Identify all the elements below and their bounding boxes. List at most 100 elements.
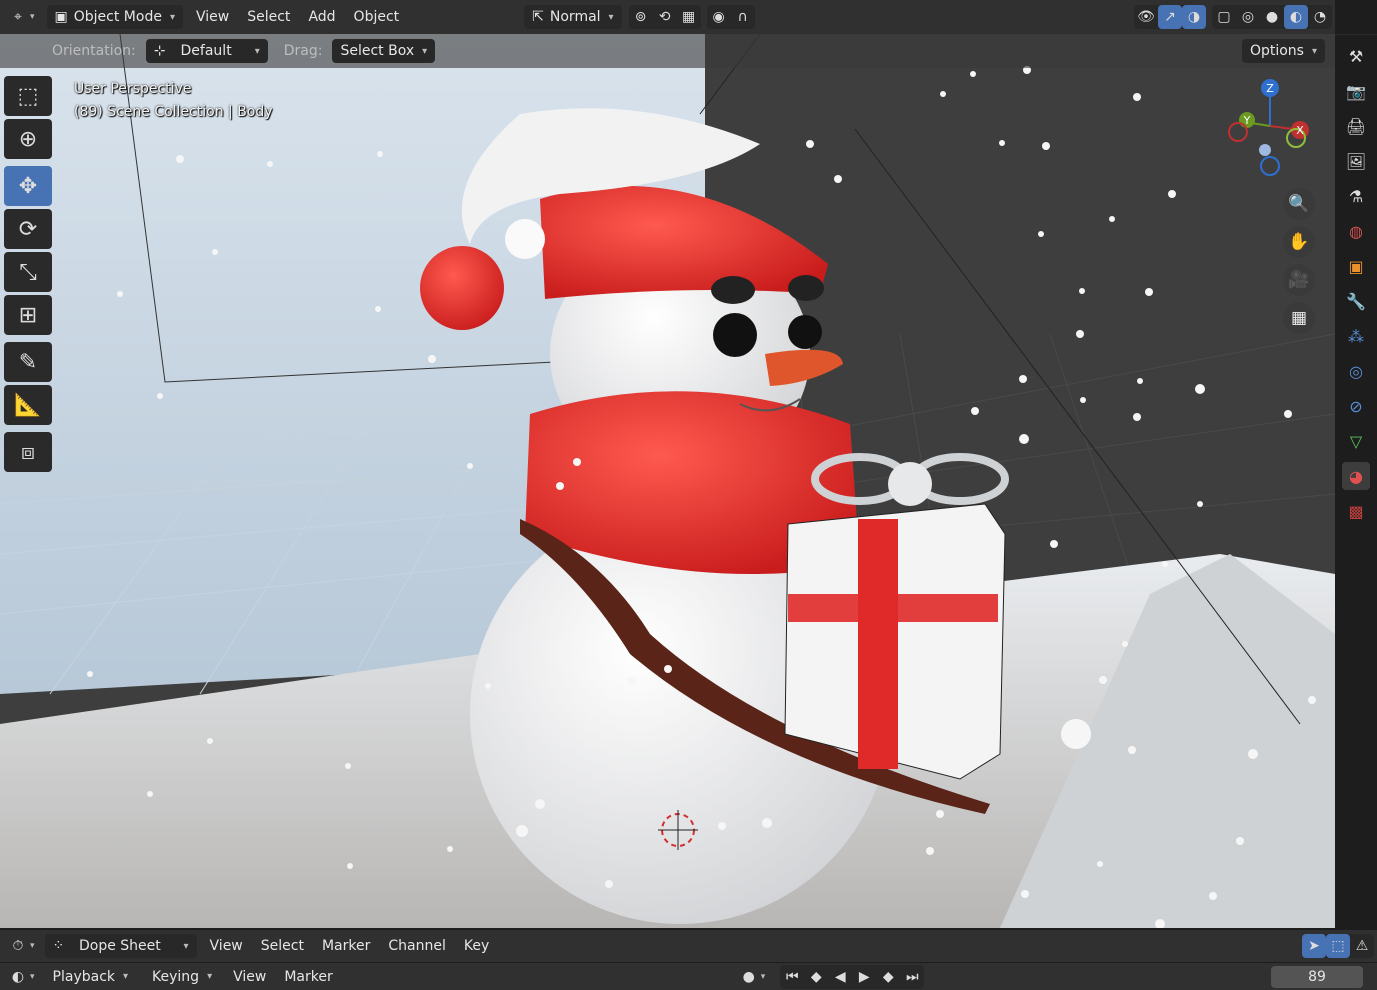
select-box-tool-icon[interactable]: ⬚ <box>4 76 52 116</box>
add-cube-tool-icon[interactable]: ⧈ <box>4 432 52 472</box>
dope-menu-key[interactable]: Key <box>455 938 498 954</box>
playback-label: Playback <box>52 968 115 985</box>
transform-tool-icon[interactable]: ⊞ <box>4 295 52 335</box>
chevron-down-icon: ▾ <box>183 940 189 952</box>
particles-properties-icon[interactable]: ⁂ <box>1342 322 1370 350</box>
transform-orientation-dropdown[interactable]: ⇱ Normal ▾ <box>524 5 622 29</box>
zoom-icon[interactable]: 🔍 <box>1283 188 1315 220</box>
texture-properties-icon[interactable]: ▩ <box>1342 497 1370 525</box>
errors-only-icon[interactable]: ⚠ <box>1350 934 1374 958</box>
pivot-icon[interactable]: ⊚ <box>629 5 653 29</box>
dope-sheet-icon: ⁘ <box>52 938 65 954</box>
pan-hand-icon[interactable]: ✋ <box>1283 226 1315 258</box>
viewport-header: ⌖ ▾ ▣ Object Mode ▾ View Select Add Obje… <box>0 0 1335 34</box>
dope-menu-select[interactable]: Select <box>252 938 313 954</box>
visibility-icon[interactable]: 👁 <box>1134 5 1158 29</box>
tool-settings-bar: Orientation: ⊹ Default ▾ Drag: Select Bo… <box>0 34 1335 68</box>
gizmo-icon[interactable]: ↗ <box>1158 5 1182 29</box>
proportional-edit-icon[interactable]: ◉ <box>707 5 731 29</box>
rendered-shading-icon[interactable]: ◔ <box>1308 5 1332 29</box>
rotate-tool-icon[interactable]: ⟳ <box>4 209 52 249</box>
orientation-icon: ⇱ <box>532 9 544 25</box>
dope-sheet-label: Dope Sheet <box>78 938 161 954</box>
perspective-label: User Perspective <box>74 81 192 97</box>
mode-dropdown[interactable]: ▣ Object Mode ▾ <box>46 5 183 29</box>
play-icon[interactable]: ▶ <box>852 965 876 989</box>
viewport-navigation: 🔍 ✋ 🎥 ▦ <box>1277 182 1321 340</box>
only-selected-icon[interactable]: ➤ <box>1302 934 1326 958</box>
physics-properties-icon[interactable]: ◎ <box>1342 357 1370 385</box>
world-properties-icon[interactable]: ◍ <box>1342 217 1370 245</box>
xray-icon[interactable]: ▢ <box>1212 5 1236 29</box>
editor-type-icon[interactable]: ⏱ <box>6 934 30 958</box>
view-layer-properties-icon[interactable]: 🖼 <box>1342 147 1370 175</box>
menu-add[interactable]: Add <box>299 9 344 25</box>
output-properties-icon[interactable]: 🖨 <box>1342 112 1370 140</box>
camera-view-icon[interactable]: 🎥 <box>1283 264 1315 296</box>
play-reverse-icon[interactable]: ◀ <box>828 965 852 989</box>
snap-target-icon[interactable]: ▦ <box>677 5 701 29</box>
current-frame-value: 89 <box>1308 969 1326 985</box>
object-properties-icon[interactable]: ▣ <box>1342 252 1370 280</box>
jump-end-icon[interactable]: ⏭ <box>900 965 924 989</box>
modifier-properties-icon[interactable]: 🔧 <box>1342 287 1370 315</box>
scale-tool-icon[interactable]: ⤡ <box>4 252 52 292</box>
options-dropdown[interactable]: Options ▾ <box>1241 39 1325 63</box>
annotate-tool-icon[interactable]: ✎ <box>4 342 52 382</box>
render-properties-icon[interactable]: 📷 <box>1342 77 1370 105</box>
playback-controls: ⏮ ◆ ◀ ▶ ◆ ⏭ <box>780 964 925 989</box>
solid-shading-icon[interactable]: ● <box>1260 5 1284 29</box>
viewport-info: User Perspective (89) Scene Collection |… <box>74 78 273 124</box>
left-toolbar: ⬚ ⊕ ✥ ⟳ ⤡ ⊞ ✎ 📐 ⧈ <box>4 76 54 475</box>
chevron-down-icon: ▾ <box>30 971 35 982</box>
prev-keyframe-icon[interactable]: ◆ <box>804 965 828 989</box>
wireframe-shading-icon[interactable]: ◎ <box>1236 5 1260 29</box>
record-keyframe-icon[interactable]: ● <box>737 965 761 989</box>
timeline-menu-view[interactable]: View <box>224 969 275 985</box>
menu-view[interactable]: View <box>187 9 238 25</box>
object-mode-icon: ▣ <box>54 9 68 25</box>
3d-viewport[interactable]: Z Y X 🔍 ✋ 🎥 ▦ <box>0 34 1335 928</box>
next-keyframe-icon[interactable]: ◆ <box>876 965 900 989</box>
menu-object[interactable]: Object <box>345 9 409 25</box>
dope-menu-view[interactable]: View <box>201 938 252 954</box>
measure-tool-icon[interactable]: 📐 <box>4 385 52 425</box>
editor-type-icon[interactable]: ⌖ <box>6 5 30 29</box>
material-properties-icon[interactable]: ◕ <box>1342 462 1370 490</box>
timeline-menu-marker[interactable]: Marker <box>275 969 341 985</box>
timeline-editor-icon[interactable]: ◐ <box>6 965 30 989</box>
orientation-label: Orientation: <box>52 43 136 59</box>
dope-sheet-mode-dropdown[interactable]: ⁘ Dope Sheet ▾ <box>44 934 197 958</box>
chevron-down-icon: ▾ <box>169 11 175 23</box>
gizmo-z-label: Z <box>1266 82 1274 95</box>
dope-menu-channel[interactable]: Channel <box>379 938 454 954</box>
tool-properties-icon[interactable]: ⚒ <box>1342 42 1370 70</box>
show-hidden-icon[interactable]: ⬚ <box>1326 934 1350 958</box>
current-frame-field[interactable]: 89 <box>1271 966 1363 988</box>
scene-properties-icon[interactable]: ⚗ <box>1342 182 1370 210</box>
shading-group: ▢ ◎ ● ◐ ◔ <box>1212 5 1332 29</box>
data-properties-icon[interactable]: ▽ <box>1342 427 1370 455</box>
ortho-grid-icon[interactable]: ▦ <box>1283 302 1315 334</box>
menu-select[interactable]: Select <box>238 9 299 25</box>
drag-dropdown[interactable]: Select Box ▾ <box>332 39 436 63</box>
material-shading-icon[interactable]: ◐ <box>1284 5 1308 29</box>
overlay-icon[interactable]: ◑ <box>1182 5 1206 29</box>
drag-value: Select Box <box>340 43 415 59</box>
proportional-group: ◉ ∩ <box>706 5 755 29</box>
chevron-down-icon: ▾ <box>207 971 213 982</box>
move-tool-icon[interactable]: ✥ <box>4 166 52 206</box>
orientation-axes-icon: ⊹ <box>153 43 166 59</box>
jump-start-icon[interactable]: ⏮ <box>780 965 804 989</box>
falloff-icon[interactable]: ∩ <box>731 5 755 29</box>
constraints-properties-icon[interactable]: ⊘ <box>1342 392 1370 420</box>
orientation-dropdown[interactable]: ⊹ Default ▾ <box>145 39 268 63</box>
dope-sheet-header: ⏱ ▾ ⁘ Dope Sheet ▾ View Select Marker Ch… <box>0 930 1377 962</box>
gizmo-x-label: X <box>1296 124 1304 137</box>
dope-menu-marker[interactable]: Marker <box>313 938 379 954</box>
keying-label: Keying <box>152 968 200 985</box>
playback-dropdown[interactable]: Playback ▾ <box>45 965 137 989</box>
cursor-tool-icon[interactable]: ⊕ <box>4 119 52 159</box>
keying-dropdown[interactable]: Keying ▾ <box>144 965 220 989</box>
snap-icon[interactable]: ⟲ <box>653 5 677 29</box>
